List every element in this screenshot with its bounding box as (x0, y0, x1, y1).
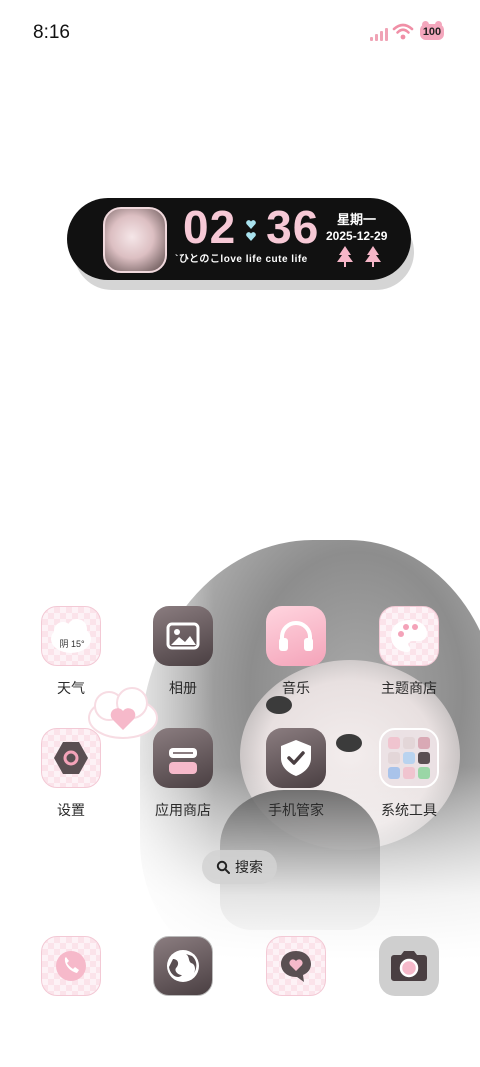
wifi-icon (392, 23, 414, 40)
dock-browser[interactable] (138, 936, 228, 996)
search-icon (216, 860, 230, 874)
gallery-icon (153, 606, 213, 666)
heart-icon (246, 232, 256, 241)
search-label: 搜索 (235, 859, 263, 875)
heart-icon (246, 220, 256, 229)
battery-icon: 100 (420, 21, 446, 44)
search-button[interactable]: 搜索 (202, 850, 277, 884)
message-icon (266, 936, 326, 996)
tree-icon (337, 246, 353, 267)
clock-minutes: 36 (266, 201, 320, 253)
dock-messages[interactable] (251, 936, 341, 996)
status-time: 8:16 (33, 22, 70, 43)
app-label: 手机管家 (268, 802, 324, 818)
app-label: 应用商店 (155, 802, 211, 818)
app-system-tools[interactable]: 系统工具 (364, 728, 454, 820)
clock-weekday: 星期一 (337, 212, 377, 227)
app-store[interactable]: 应用商店 (138, 728, 228, 820)
phone-icon (41, 936, 101, 996)
app-settings[interactable]: 设置 (26, 728, 116, 820)
tree-icon (365, 246, 381, 267)
app-label: 设置 (57, 802, 85, 818)
clock-date: 2025-12-29 (326, 229, 388, 243)
clock-caption: `ひとのこlove life cute life (175, 254, 308, 265)
status-bar: 8:16 100 (0, 0, 480, 66)
battery-level: 100 (422, 26, 442, 38)
clock-widget[interactable]: 02 36 星期一 2025-12-29 `ひとのこlove life cute … (67, 198, 411, 280)
app-label: 主题商店 (381, 680, 437, 696)
weather-temp: 阴 15° (59, 639, 85, 649)
headphones-icon (266, 606, 326, 666)
app-store-icon (153, 728, 213, 788)
browser-icon (153, 936, 213, 996)
app-music[interactable]: 音乐 (251, 606, 341, 698)
clock-hours: 02 (183, 201, 237, 253)
camera-icon (379, 936, 439, 996)
dock-phone[interactable] (26, 936, 116, 996)
shield-check-icon (266, 728, 326, 788)
app-phone-manager[interactable]: 手机管家 (251, 728, 341, 820)
app-label: 系统工具 (381, 802, 437, 818)
folder-icon (379, 728, 439, 788)
signal-icon (370, 27, 388, 41)
palette-icon (379, 606, 439, 666)
widget-avatar (103, 207, 167, 273)
dock-camera[interactable] (364, 936, 454, 996)
app-label: 音乐 (282, 680, 310, 696)
app-theme-store[interactable]: 主题商店 (364, 606, 454, 698)
weather-icon: 阴 15° (41, 606, 101, 666)
settings-icon (41, 728, 101, 788)
